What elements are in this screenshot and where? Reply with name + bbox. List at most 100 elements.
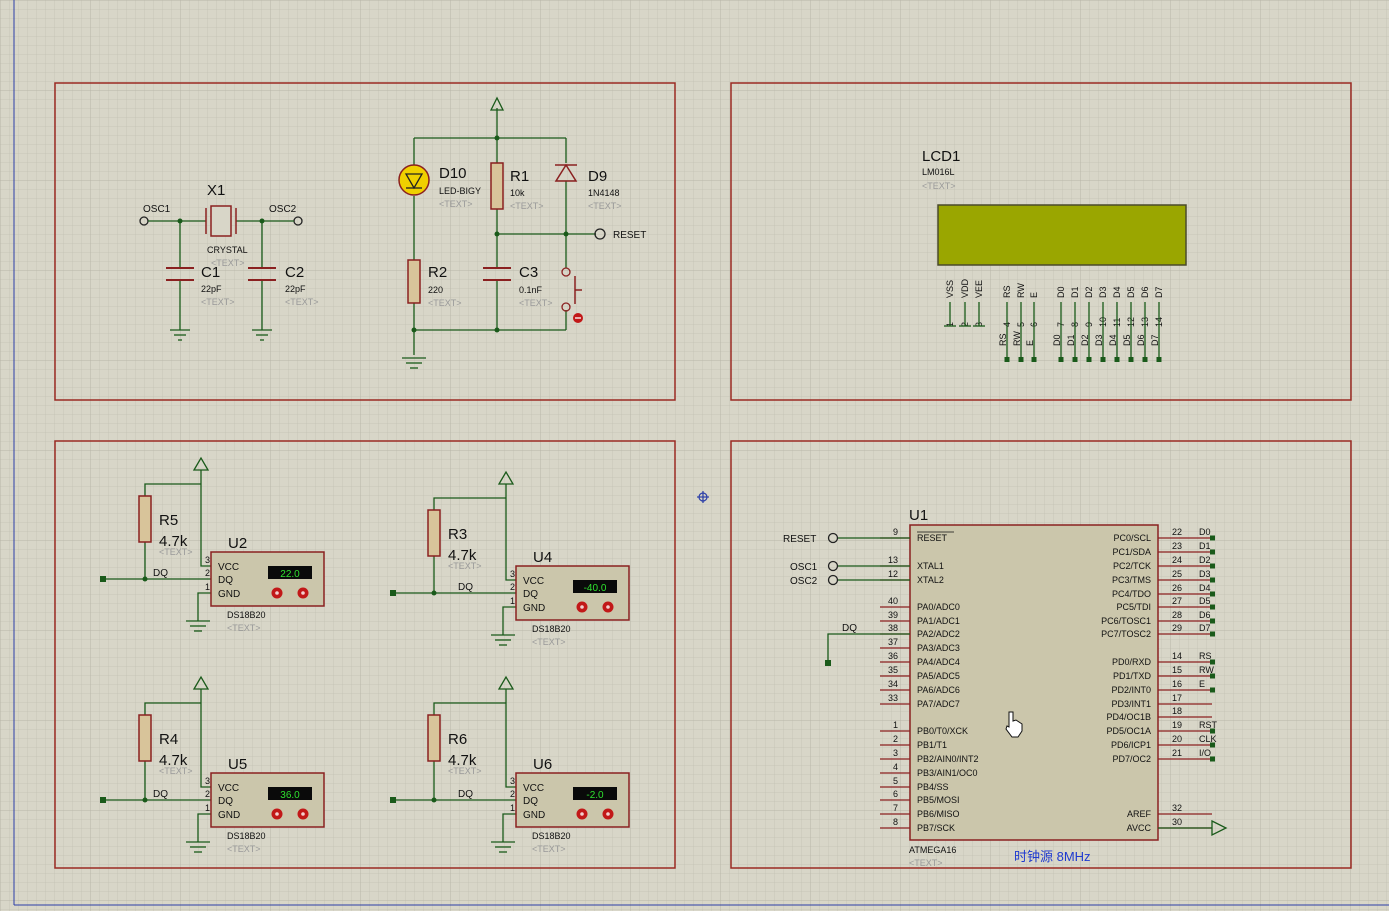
d10-value: LED-BIGY	[439, 186, 481, 196]
mcu-pin-name: PC0/SCL	[1113, 533, 1151, 543]
reset-net-label: RESET	[613, 230, 646, 241]
resistor-r2[interactable]	[407, 259, 421, 304]
mcu-pin-number: 38	[888, 623, 898, 633]
mcu-net-endpoint	[1210, 577, 1215, 583]
crystal-x1[interactable]	[205, 205, 237, 237]
lcd-pin-endpoint	[1018, 357, 1024, 362]
lcd-pin-name: RS	[1002, 285, 1012, 298]
pullup-resistor[interactable]	[138, 714, 152, 762]
sensor-text: <TEXT>	[227, 844, 261, 854]
lcd-pin-name: E	[1029, 292, 1039, 298]
dq-endpoint	[390, 590, 396, 596]
resistor-ref: R4	[159, 731, 178, 748]
mcu-pin-name: PA2/ADC2	[917, 629, 960, 639]
mcu-pin-number: 1	[893, 720, 898, 730]
lcd-ref: LCD1	[922, 148, 960, 165]
sensor-part: DS18B20	[227, 610, 266, 620]
mcu-pin-number: 27	[1172, 596, 1182, 606]
d10-ref: D10	[439, 165, 467, 182]
lcd-display[interactable]	[937, 204, 1187, 266]
mcu-pin-number: 7	[893, 803, 898, 813]
mcu-pin-number: 39	[888, 610, 898, 620]
lcd-pin-name: VEE	[974, 280, 984, 298]
junction-dot	[431, 797, 437, 803]
sensor-text: <TEXT>	[227, 623, 261, 633]
mcu-body[interactable]	[909, 524, 1159, 841]
sensor-pin-name: DQ	[523, 589, 538, 600]
schematic-canvas[interactable]: OSC1 OSC2 X1 CRYSTAL <TEXT> C1 22pF <TEX…	[0, 0, 1389, 911]
resistor-text: <TEXT>	[159, 547, 193, 557]
mcu-net-endpoint	[1210, 591, 1215, 597]
r1-ref: R1	[510, 168, 529, 185]
mcu-pin-number: 8	[893, 817, 898, 827]
r2-text: <TEXT>	[428, 298, 462, 308]
resistor-text: <TEXT>	[448, 766, 482, 776]
sensor-pin-number: 1	[205, 803, 210, 813]
mcu-pin-name: PB2/AIN0/INT2	[917, 754, 979, 764]
lcd-net-label: RW	[1012, 331, 1022, 346]
c1-ref: C1	[201, 264, 220, 281]
mcu-pin-name: XTAL1	[917, 561, 944, 571]
junction-dot	[142, 797, 148, 803]
sensor-part: DS18B20	[532, 624, 571, 634]
sensor-pin-number: 3	[205, 776, 210, 786]
mcu-pin-number: 12	[888, 569, 898, 579]
mcu-pin-number: 24	[1172, 555, 1182, 565]
mcu-net-endpoint	[1210, 563, 1215, 569]
mcu-text: <TEXT>	[909, 858, 943, 868]
pullup-resistor[interactable]	[138, 495, 152, 543]
mcu-net-label: E	[1199, 679, 1205, 689]
mcu-pin-number: 16	[1172, 679, 1182, 689]
sensor-pin-name: GND	[218, 589, 240, 600]
lcd-net-label: D1	[1066, 334, 1076, 346]
up-arrow-icon	[606, 812, 610, 816]
lcd-pin-endpoint	[1128, 357, 1134, 362]
lcd-pin-endpoint	[1114, 357, 1120, 362]
sensor-pin-number: 2	[205, 789, 210, 799]
resistor-ref: R3	[448, 526, 467, 543]
lcd-pin-name: D5	[1126, 286, 1136, 298]
pullup-resistor[interactable]	[427, 714, 441, 762]
d9-value: 1N4148	[588, 188, 620, 198]
mcu-net-endpoint	[1210, 631, 1215, 637]
c2-value: 22pF	[285, 284, 306, 294]
mcu-net-label: D7	[1199, 623, 1211, 633]
c1-value: 22pF	[201, 284, 222, 294]
mcu-pin-name: PA7/ADC7	[917, 699, 960, 709]
mcu-pin-name: PB4/SS	[917, 782, 949, 792]
dq-label: DQ	[153, 568, 168, 579]
c1-text: <TEXT>	[201, 297, 235, 307]
mcu-pin-name: AREF	[1127, 809, 1152, 819]
lcd-pin-name: VSS	[945, 280, 955, 298]
lcd-net-label: D6	[1136, 334, 1146, 346]
mcu-net-label: D3	[1199, 569, 1211, 579]
temperature-reading: 36.0	[280, 790, 300, 801]
resistor-text: <TEXT>	[159, 766, 193, 776]
sensor-pin-number: 2	[510, 582, 515, 592]
temperature-reading: -2.0	[586, 790, 604, 801]
grid-background	[0, 0, 1389, 911]
sensor-ref: U6	[533, 756, 552, 773]
mcu-pin-number: 30	[1172, 817, 1182, 827]
up-arrow-icon	[301, 812, 305, 816]
mcu-pin-name: PB7/SCK	[917, 823, 955, 833]
mcu-pin-name: PD0/RXD	[1112, 657, 1152, 667]
junction-dot	[142, 576, 148, 582]
lcd-net-label: D3	[1094, 334, 1104, 346]
sensor-pin-number: 2	[205, 568, 210, 578]
up-arrow-icon	[301, 591, 305, 595]
led-d10[interactable]	[398, 164, 430, 196]
d9-ref: D9	[588, 168, 607, 185]
sensor-pin-name: DQ	[218, 575, 233, 586]
mcu-net-label: D5	[1199, 596, 1211, 606]
up-arrow-icon	[606, 605, 610, 609]
resistor-r1[interactable]	[490, 162, 504, 210]
d9-text: <TEXT>	[588, 201, 622, 211]
dq-endpoint	[100, 797, 106, 803]
lcd-pin-endpoint	[1156, 357, 1162, 362]
mcu-pin-name: PC4/TDO	[1112, 589, 1151, 599]
mcu-pin-name: PB3/AIN1/OC0	[917, 768, 978, 778]
mcu-pin-number: 28	[1172, 610, 1182, 620]
pullup-resistor[interactable]	[427, 509, 441, 557]
mcu-pin-name: PB1/T1	[917, 740, 947, 750]
